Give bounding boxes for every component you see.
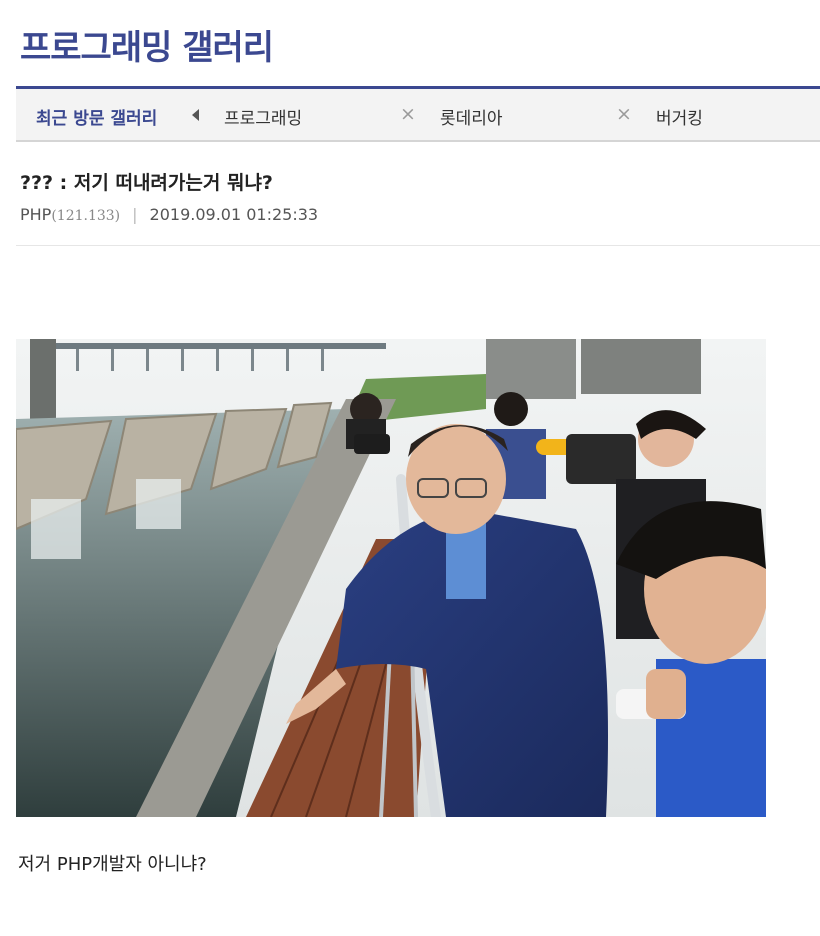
recent-item-lotteria[interactable]: 롯데리아 xyxy=(440,104,503,129)
gallery-title[interactable]: 프로그래밍 갤러리 xyxy=(20,20,274,69)
meta-separator: | xyxy=(132,205,138,224)
post-body-text: 저거 PHP개발자 아니냐? xyxy=(18,854,207,875)
close-icon[interactable]: × xyxy=(616,103,632,125)
divider xyxy=(16,245,820,246)
recent-gallery-label: 최근 방문 갤러리 xyxy=(36,109,158,129)
post-meta: PHP(121.133) | 2019.09.01 01:25:33 xyxy=(20,205,318,224)
post-author-ip: (121.133) xyxy=(51,208,121,224)
post-photo[interactable] xyxy=(16,339,766,817)
recent-item-programming[interactable]: 프로그래밍 xyxy=(224,104,302,129)
post-datetime: 2019.09.01 01:25:33 xyxy=(149,205,319,224)
close-icon[interactable]: × xyxy=(400,103,416,125)
post-author[interactable]: PHP xyxy=(20,205,51,224)
post-photo-image xyxy=(16,339,766,817)
post-title: ??? : 저기 떠내려가는거 뭐냐? xyxy=(20,172,273,194)
recent-item-burgerking[interactable]: 버거킹 xyxy=(656,104,703,129)
recent-gallery-bar: 최근 방문 갤러리 프로그래밍 × 롯데리아 × 버거킹 xyxy=(16,86,820,142)
arrow-left-icon[interactable] xyxy=(192,109,199,121)
